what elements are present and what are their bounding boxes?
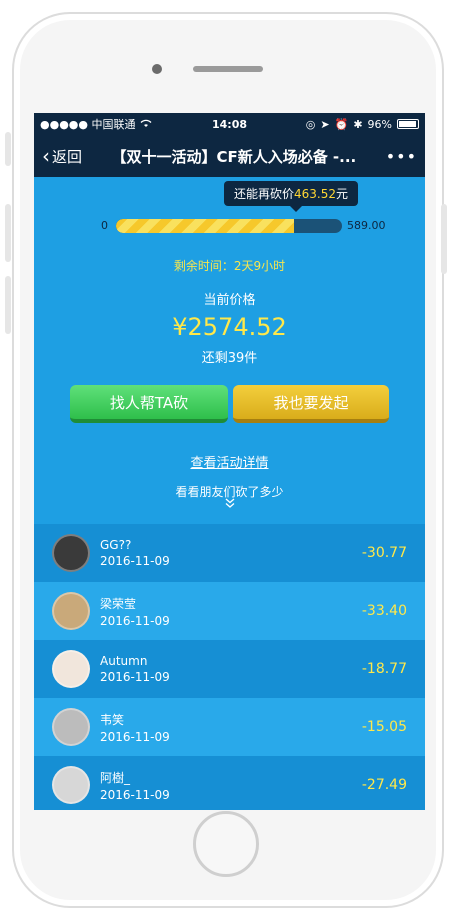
list-item-meta: 梁荣莹 2016-11-09 [100,595,170,628]
friend-date: 2016-11-09 [100,554,170,568]
battery-percent: 96% [367,117,392,131]
progress-max-label: 589.00 [347,219,386,232]
friend-amount: -33.40 [361,603,407,619]
friend-amount: -15.05 [361,719,407,735]
location-icon: ➤ [320,117,330,131]
progress-min-label: 0 [101,219,108,232]
avatar [52,708,90,746]
list-item-meta: 韦笑 2016-11-09 [100,711,170,744]
activity-details-link[interactable]: 查看活动详情 [34,452,425,471]
list-item[interactable]: 梁荣莹 2016-11-09 -33.40 [34,582,425,640]
volume-up-button [5,204,11,262]
list-item-meta: 阿樹_ 2016-11-09 [100,769,170,802]
nav-bar: ‹ 返回 【双十一活动】CF新人入场必备 -... ••• [34,135,425,177]
more-menu-button[interactable]: ••• [386,147,417,166]
volume-down-button [5,276,11,334]
friend-name: GG?? [100,538,132,552]
chevron-left-icon: ‹ [42,144,50,168]
avatar [52,766,90,804]
list-item[interactable]: Autumn 2016-11-09 -18.77 [34,640,425,698]
remaining-time: 剩余时间：2天9小时 [173,259,286,273]
list-item-meta: Autumn 2016-11-09 [100,654,170,684]
start-own-button[interactable]: 我也要发起 [233,385,389,423]
front-camera [152,64,162,74]
list-item[interactable]: 阿樹_ 2016-11-09 -27.49 [34,756,425,810]
back-button[interactable]: ‹ 返回 [42,146,82,167]
stock-remaining: 还剩39件 [201,351,258,366]
friend-date: 2016-11-09 [100,670,170,684]
screen: ●●●●● 中国联通 14:08 ◎ ➤ ⏰ ✱ 96% ‹ 返回 【双十一活动… [34,113,425,810]
find-help-button[interactable]: 找人帮TA砍 [70,385,228,423]
avatar [52,650,90,688]
avatar [52,534,90,572]
list-item-meta: GG?? 2016-11-09 [100,538,170,568]
list-item[interactable]: GG?? 2016-11-09 -30.77 [34,524,425,582]
bargain-content: 还能再砍价463.52元 0 589.00 剩余时间：2天9小时 当前价格 ¥2… [34,177,425,810]
double-chevron-down-icon[interactable] [34,497,425,511]
alarm-icon: ⏰ [334,117,349,131]
current-price-label: 当前价格 [203,293,256,308]
friend-amount: -27.49 [361,777,407,793]
friend-date: 2016-11-09 [100,787,170,802]
tooltip-amount: 463.52 [294,187,337,201]
power-button [441,204,447,274]
earpiece-speaker [193,66,263,72]
progress-fill [116,219,294,233]
battery-icon [397,119,419,129]
page-title: 【双十一活动】CF新人入场必备 -... [111,147,357,166]
tooltip-prefix: 还能再砍价 [234,187,295,201]
bluetooth-icon: ✱ [353,117,363,131]
current-price: ¥2574.52 [172,313,287,341]
status-bar: ●●●●● 中国联通 14:08 ◎ ➤ ⏰ ✱ 96% [34,113,425,135]
friend-name: 梁荣莹 [100,596,137,611]
tooltip-suffix: 元 [336,187,349,201]
back-label: 返回 [52,147,83,166]
progress-track [116,219,342,233]
mute-switch [5,132,11,166]
remaining-cut-tooltip: 还能再砍价463.52元 [224,181,359,212]
cut-progress: 0 589.00 [34,217,425,235]
friend-date: 2016-11-09 [100,613,170,628]
lock-rotation-icon: ◎ [305,117,316,131]
list-item[interactable]: 韦笑 2016-11-09 -15.05 [34,698,425,756]
friends-list: GG?? 2016-11-09 -30.77 梁荣莹 2016-11-09 -3… [34,524,425,810]
friend-name: 阿樹_ [100,770,131,785]
friend-name: Autumn [100,654,148,668]
friend-amount: -18.77 [361,661,407,677]
avatar [52,592,90,630]
friend-name: 韦笑 [100,712,125,727]
friend-amount: -30.77 [361,545,407,561]
home-button[interactable] [193,811,259,877]
status-icons: ◎ ➤ ⏰ ✱ 96% [306,118,419,131]
friend-date: 2016-11-09 [100,729,170,744]
